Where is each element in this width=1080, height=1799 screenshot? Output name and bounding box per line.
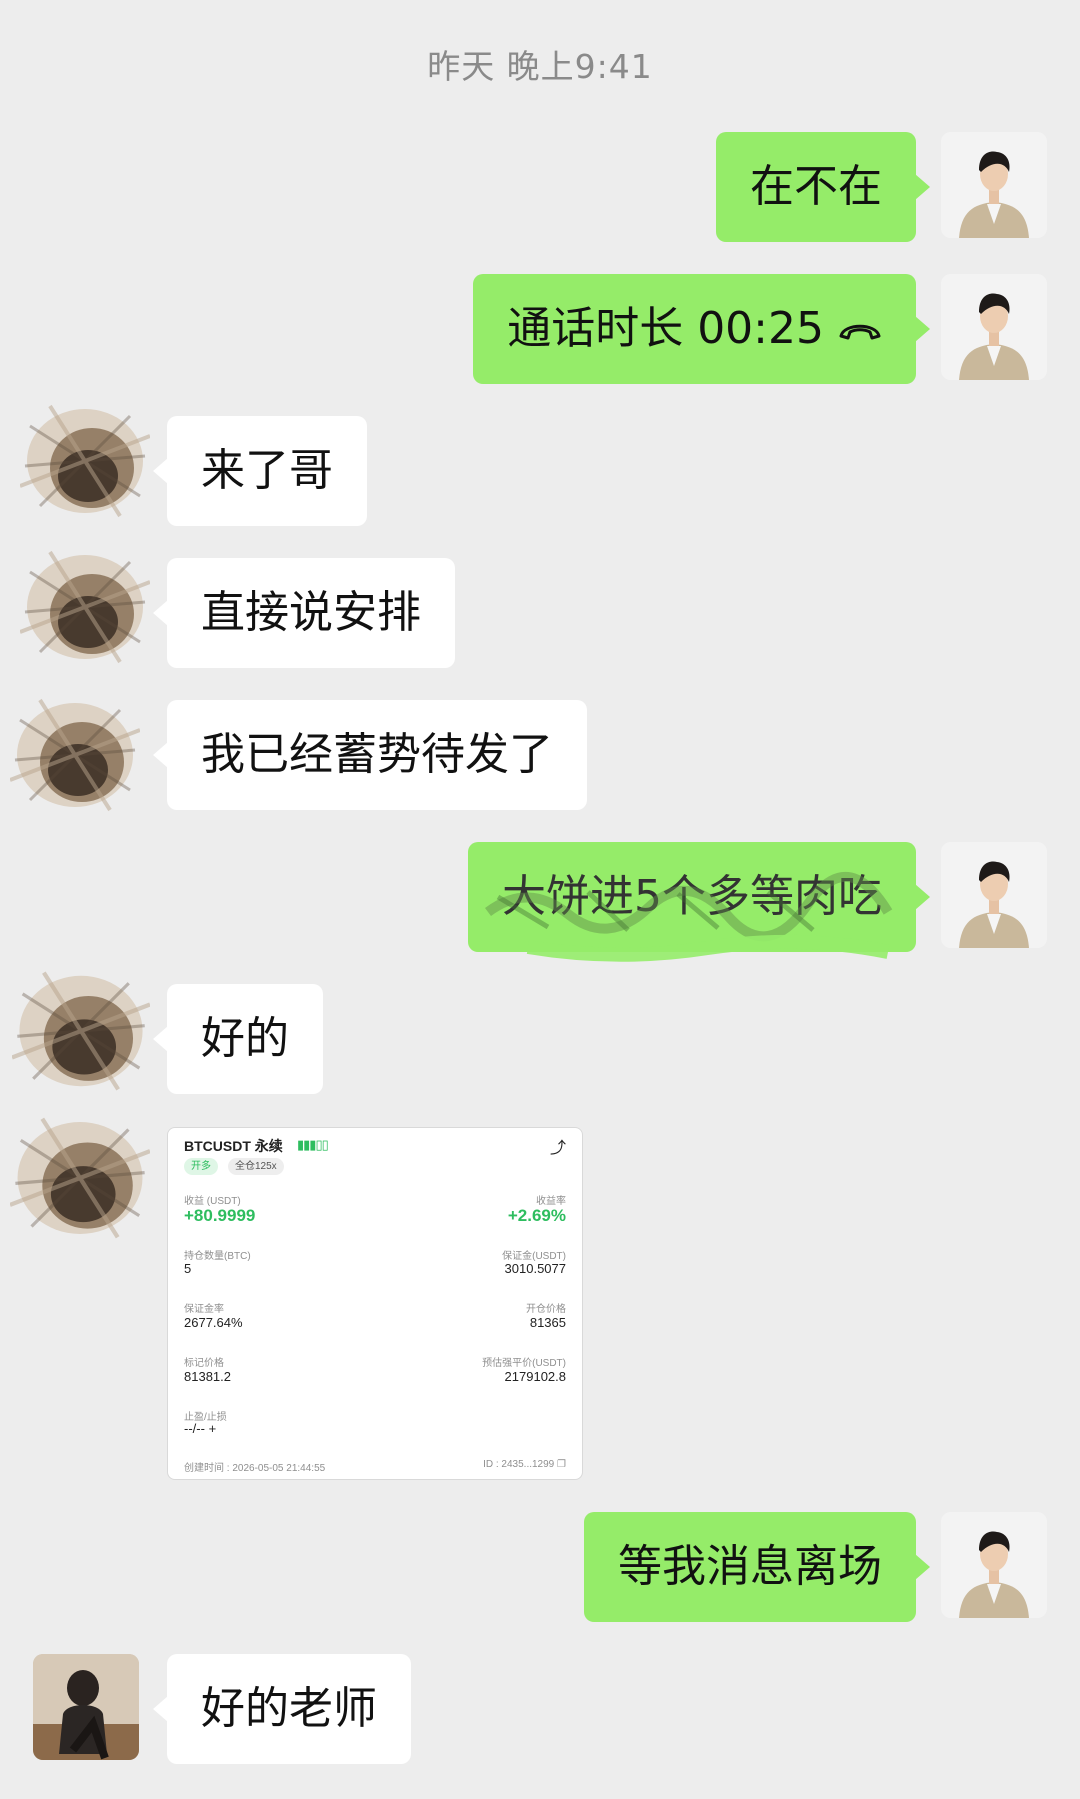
margin-mode-tag: 全仓125x xyxy=(228,1158,284,1175)
message-row-incoming: 好的 xyxy=(0,984,1080,1094)
pnl-value: +80.9999 xyxy=(184,1206,256,1225)
message-row-outgoing: 在不在 xyxy=(0,132,1080,242)
mark-price-value: 81381.2 xyxy=(184,1369,231,1384)
pnl-label: 收益 (USDT) xyxy=(184,1196,241,1207)
message-row-incoming: 我已经蓄势待发了 xyxy=(0,700,1080,810)
message-bubble[interactable]: 我已经蓄势待发了 xyxy=(153,700,587,810)
size-value: 5 xyxy=(184,1261,192,1276)
trade-symbol: BTCUSDT 永续 xyxy=(184,1138,283,1154)
created-time: 创建时间 : 2026-05-05 21:44:55 xyxy=(184,1463,326,1474)
contact-avatar[interactable] xyxy=(33,1654,139,1760)
message-bubble[interactable]: 在不在 xyxy=(716,132,930,242)
margin-value: 3010.5077 xyxy=(504,1261,566,1276)
margin-label: 保证金(USDT) xyxy=(502,1251,566,1262)
call-record-bubble[interactable]: 通话时长 00:25 xyxy=(473,272,930,384)
size-label: 持仓数量(BTC) xyxy=(184,1251,251,1262)
contact-avatar-blurred[interactable] xyxy=(10,1108,150,1248)
margin-rate-value: 2677.64% xyxy=(184,1315,243,1330)
message-text: 大饼进5个多等肉吃 xyxy=(502,871,882,922)
mark-price-label: 标记价格 xyxy=(184,1358,224,1369)
call-duration-text: 通话时长 00:25 xyxy=(507,303,824,354)
contact-avatar-blurred[interactable] xyxy=(12,962,150,1100)
add-icon: + xyxy=(208,1421,217,1436)
message-row-incoming: 来了哥 xyxy=(0,416,1080,526)
entry-price-value: 81365 xyxy=(529,1315,566,1330)
contact-avatar-blurred[interactable] xyxy=(20,396,150,526)
message-bubble[interactable]: 来了哥 xyxy=(153,416,367,526)
phone-hangup-icon xyxy=(838,272,882,382)
tpsl-value: --/-- + xyxy=(184,1421,217,1436)
entry-price-label: 开仓价格 xyxy=(526,1304,566,1315)
roi-label: 收益率 xyxy=(536,1196,566,1207)
my-avatar[interactable] xyxy=(941,274,1047,380)
share-icon: ⤴ xyxy=(549,1140,566,1157)
message-bubble[interactable]: 直接说安排 xyxy=(153,558,455,668)
message-bubble-scribbled[interactable]: 大饼进5个多等肉吃 xyxy=(468,842,930,962)
message-bubble[interactable]: 等我消息离场 xyxy=(584,1512,930,1622)
copy-icon: ❐ xyxy=(557,1459,566,1470)
order-id: ID : 2435...1299 ❐ xyxy=(483,1459,566,1470)
message-row-outgoing: 通话时长 00:25 xyxy=(0,274,1080,384)
side-tag: 开多 xyxy=(184,1158,218,1175)
roi-value: +2.69% xyxy=(507,1206,566,1225)
leverage-bars-icon: ▮▮▮▯▯ xyxy=(297,1137,329,1152)
my-avatar[interactable] xyxy=(941,842,1047,948)
contact-avatar-blurred[interactable] xyxy=(10,690,140,820)
my-avatar[interactable] xyxy=(941,1512,1047,1618)
margin-rate-label: 保证金率 xyxy=(184,1304,224,1315)
message-bubble[interactable]: 好的 xyxy=(153,984,323,1094)
my-avatar[interactable] xyxy=(941,132,1047,238)
person-photo-icon xyxy=(33,1654,139,1760)
message-bubble[interactable]: 好的老师 xyxy=(153,1654,411,1764)
message-row-incoming: 好的老师 xyxy=(0,1654,1080,1764)
message-row-outgoing: 大饼进5个多等肉吃 xyxy=(0,842,1080,962)
message-row-outgoing: 等我消息离场 xyxy=(0,1512,1080,1622)
contact-avatar-blurred[interactable] xyxy=(20,542,150,672)
liq-price-label: 预估强平价(USDT) xyxy=(482,1358,566,1369)
liq-price-value: 2179102.8 xyxy=(504,1369,566,1384)
image-message-trade-screenshot[interactable]: BTCUSDT 永续 ▮▮▮▯▯ ⤴ 开多 全仓125x 收益 (USDT) +… xyxy=(167,1127,583,1480)
message-row-incoming: 直接说安排 xyxy=(0,558,1080,668)
timestamp: 昨天 晚上9:41 xyxy=(427,47,653,86)
